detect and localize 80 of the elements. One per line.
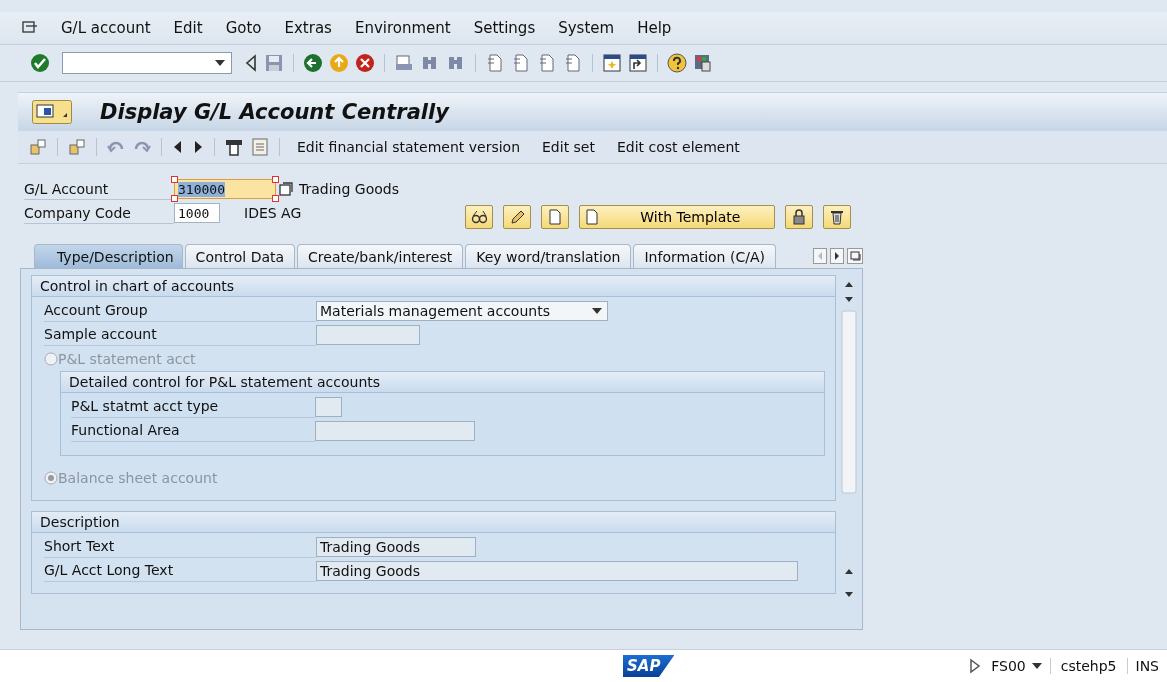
hierarchy-icon[interactable] [67, 137, 87, 157]
page-icon[interactable] [511, 53, 531, 73]
section-title: Control in chart of accounts [32, 276, 835, 297]
caret-icon [592, 308, 602, 314]
field-label: Sample account [44, 324, 316, 346]
command-field[interactable] [62, 52, 232, 74]
toolbar-button[interactable]: Edit set [534, 139, 603, 155]
shortcut-icon[interactable] [628, 53, 648, 73]
trash-button[interactable] [823, 205, 852, 229]
page-icon[interactable] [563, 53, 583, 73]
template-button[interactable]: With Template [579, 205, 776, 229]
tab-list-icon[interactable] [847, 248, 863, 264]
glasses-icon [471, 209, 488, 225]
field-label: Functional Area [71, 420, 315, 442]
input-field[interactable] [315, 397, 342, 417]
field-description: Trading Goods [299, 181, 399, 197]
group-title: Detailed control for P&L statement accounts [61, 372, 824, 393]
glasses-button[interactable] [465, 205, 494, 229]
input-field[interactable]: 1000 [174, 203, 220, 223]
tab[interactable]: Information (C/A) [633, 244, 776, 268]
menu-item[interactable]: System [558, 19, 615, 37]
triangle-icon[interactable] [969, 658, 982, 674]
menu-item[interactable]: Help [637, 19, 672, 37]
input-field[interactable]: Trading Goods [316, 537, 476, 557]
input-field[interactable]: Trading Goods [316, 561, 798, 581]
transaction-code[interactable]: FS00 [991, 658, 1051, 674]
logo: SAP [623, 655, 675, 677]
window-title: Display G/L Account Centrally [100, 100, 449, 124]
tab[interactable]: Create/bank/interest [297, 244, 464, 268]
menu-item[interactable]: Environment [354, 19, 451, 37]
menu-icon[interactable] [22, 21, 38, 35]
page-icon [547, 209, 564, 225]
section-title: Description [32, 512, 835, 533]
radio-label: P&L statement acct [58, 351, 196, 367]
menu-item[interactable]: Settings [473, 19, 536, 37]
toolbar-button[interactable]: Edit financial statement version [289, 139, 528, 155]
lock-icon [791, 209, 808, 225]
radio-label: Balance sheet account [58, 470, 218, 486]
caret-icon [215, 60, 225, 66]
layout-icon[interactable] [693, 53, 713, 73]
back-icon[interactable] [303, 53, 323, 73]
triangle-icon[interactable] [244, 53, 258, 73]
tab[interactable]: Control Data [184, 244, 296, 268]
menu-item[interactable]: Edit [173, 19, 203, 37]
input-field[interactable]: 310000 [174, 179, 276, 199]
menu-icon[interactable] [32, 100, 72, 124]
page-icon[interactable] [537, 53, 557, 73]
menu-item[interactable]: Goto [225, 19, 262, 37]
menu-item[interactable]: G/L account [61, 19, 151, 37]
field-description: IDES AG [244, 205, 302, 221]
page-button[interactable] [541, 205, 570, 229]
input-mode: INS [1126, 658, 1159, 674]
table-icon[interactable] [224, 137, 244, 157]
caret-icon [1031, 663, 1042, 669]
input-field[interactable] [315, 421, 475, 441]
cancel-icon[interactable] [355, 53, 375, 73]
dropdown[interactable]: Materials management accounts [316, 301, 608, 321]
tab[interactable]: Key word/translation [465, 244, 632, 268]
field-label: G/L Acct Long Text [44, 560, 316, 582]
copy-icon[interactable] [279, 182, 293, 196]
page-icon [584, 209, 601, 225]
field-label: P&L statmt acct type [71, 396, 315, 418]
help-icon[interactable] [667, 53, 687, 73]
server-name: cstehp5 [1060, 658, 1117, 674]
scroll-right-icon[interactable] [830, 248, 844, 264]
window-icon[interactable] [602, 53, 622, 73]
tab[interactable]: Type/Description [34, 244, 183, 268]
pencil-button[interactable] [503, 205, 532, 229]
page-icon[interactable] [485, 53, 505, 73]
field-label: Account Group [44, 300, 316, 322]
check-icon[interactable] [30, 53, 50, 73]
lock-button[interactable] [785, 205, 814, 229]
field-label: Short Text [44, 536, 316, 558]
input-field[interactable] [316, 325, 420, 345]
switch-icon[interactable] [28, 137, 48, 157]
pencil-icon [509, 209, 526, 225]
toolbar-button[interactable]: Edit cost element [609, 139, 748, 155]
trash-icon [829, 209, 846, 225]
menu-item[interactable]: Extras [284, 19, 332, 37]
print-icon[interactable] [394, 53, 414, 73]
